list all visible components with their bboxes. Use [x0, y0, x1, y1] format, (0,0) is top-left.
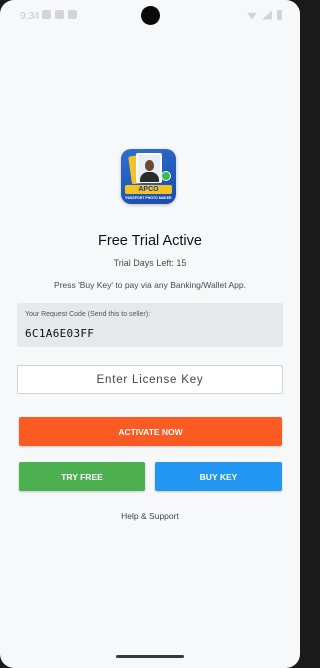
try-free-button[interactable]: TRY FREE [19, 462, 145, 491]
page-title: Free Trial Active [98, 233, 202, 249]
system-icons [247, 10, 282, 20]
license-key-input[interactable] [17, 365, 283, 394]
signal-icon [262, 10, 272, 20]
logo-subtitle: PASSPORT PHOTO MAKER [125, 196, 172, 200]
check-icon [161, 171, 171, 181]
logo-photo [136, 153, 162, 183]
battery-icon [277, 10, 282, 20]
phone-screen: 9:34 APCO PASSPORT PHOTO MAKER Free Tria… [0, 0, 300, 668]
logo-photo-shoulders [140, 172, 159, 182]
payment-instruction: Press 'Buy Key' to pay via any Banking/W… [54, 280, 246, 290]
notification-icon [55, 10, 64, 19]
notification-icon [42, 10, 51, 19]
activate-now-button[interactable]: ACTIVATE NOW [19, 417, 282, 446]
logo-title: APCO [125, 185, 172, 194]
request-code-value[interactable]: 6C1A6E03FF [25, 327, 94, 340]
status-bar: 9:34 [0, 0, 300, 34]
status-time: 9:34 [20, 11, 40, 22]
request-code-label: Your Request Code (Send this to seller): [25, 311, 151, 318]
app-logo: APCO PASSPORT PHOTO MAKER [121, 149, 176, 204]
wifi-icon [247, 12, 257, 20]
notification-icon [68, 10, 77, 19]
request-code-box[interactable]: Your Request Code (Send this to seller):… [17, 303, 283, 347]
trial-days-left: Trial Days Left: 15 [113, 258, 187, 268]
camera-notch [141, 6, 160, 25]
logo-photo-head [145, 160, 154, 171]
home-gesture-bar[interactable] [116, 655, 184, 658]
notification-icons [42, 10, 77, 19]
help-support-link[interactable]: Help & Support [0, 511, 300, 521]
buy-key-button[interactable]: BUY KEY [155, 462, 282, 491]
